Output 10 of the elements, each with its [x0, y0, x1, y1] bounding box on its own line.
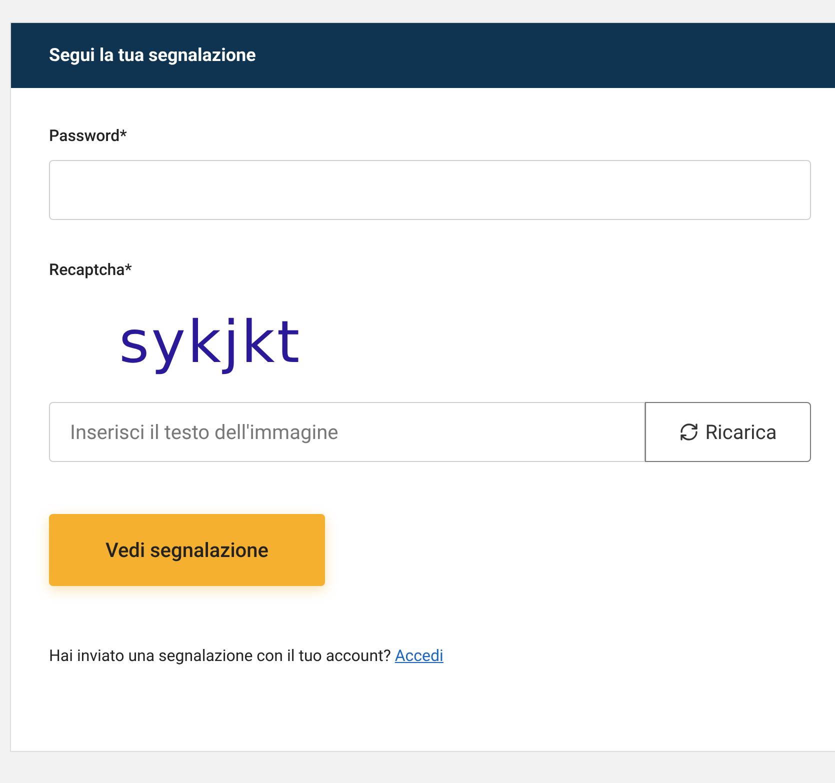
refresh-icon	[679, 422, 700, 442]
password-label: Password*	[49, 125, 128, 147]
captcha-input-field[interactable]: Inserisci il testo dell'immagine	[49, 402, 645, 462]
reload-button[interactable]: Ricarica	[645, 402, 811, 462]
footer-text: Hai inviato una segnalazione con il tuo account?	[49, 646, 391, 665]
view-report-button[interactable]: Vedi segnalazione	[49, 514, 325, 586]
login-link[interactable]: Accedi	[394, 646, 444, 665]
recaptcha-label: Recaptcha*	[49, 259, 133, 281]
panel-title: Segui la tua segnalazione	[49, 44, 256, 68]
password-field[interactable]	[49, 160, 811, 220]
